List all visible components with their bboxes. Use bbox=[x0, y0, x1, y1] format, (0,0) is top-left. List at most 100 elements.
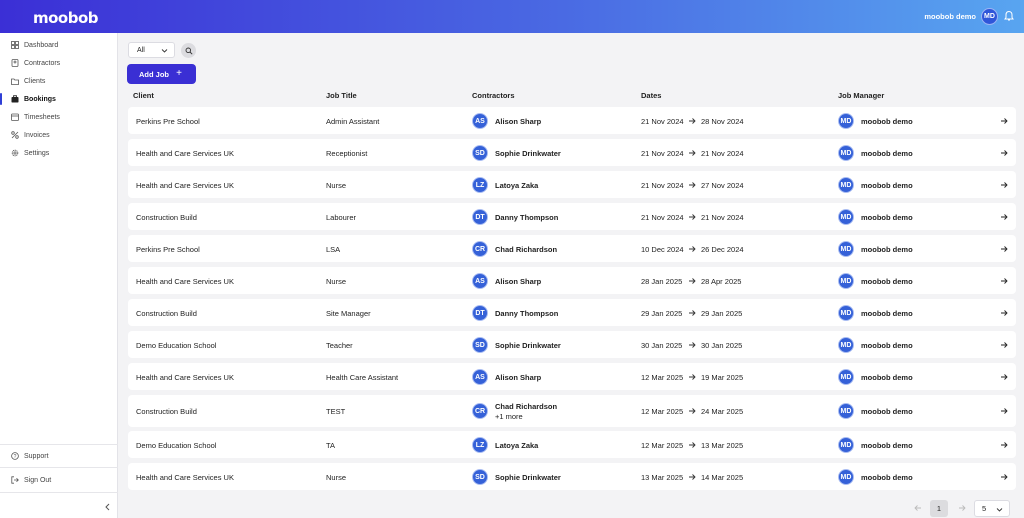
manager-name[interactable]: moobob demo bbox=[861, 245, 913, 254]
sidebar-item-settings[interactable]: Settings bbox=[0, 145, 118, 161]
job-title: Site Manager bbox=[326, 309, 371, 318]
contractor-name[interactable]: Alison Sharp bbox=[495, 373, 541, 382]
manager-name[interactable]: moobob demo bbox=[861, 117, 913, 126]
job-title: Admin Assistant bbox=[326, 117, 380, 126]
contractor-name[interactable]: Latoya Zaka bbox=[495, 441, 538, 450]
table-row[interactable]: Health and Care Services UK Receptionist S… bbox=[128, 139, 1016, 166]
table-row[interactable]: Health and Care Services UK Nurse LZ Latoya… bbox=[128, 171, 1016, 198]
column-header-client: Client bbox=[133, 91, 154, 100]
start-date: 30 Jan 2025 bbox=[641, 341, 683, 350]
sidebar-item-sign-out[interactable]: Sign Out bbox=[0, 472, 118, 488]
start-date: 12 Mar 2025 bbox=[641, 441, 684, 450]
main-content: All Add Job + Client Job Title Contracto… bbox=[118, 33, 1024, 518]
previous-page-icon[interactable] bbox=[914, 504, 922, 512]
open-booking-icon[interactable] bbox=[1000, 213, 1008, 221]
start-date: 13 Mar 2025 bbox=[641, 473, 684, 482]
contractor-name[interactable]: Chad Richardson bbox=[495, 245, 557, 254]
open-booking-icon[interactable] bbox=[1000, 309, 1008, 317]
manager-name[interactable]: moobob demo bbox=[861, 407, 913, 416]
client-name: Health and Care Services UK bbox=[136, 373, 234, 382]
open-booking-icon[interactable] bbox=[1000, 245, 1008, 253]
table-row[interactable]: Perkins Pre School LSA CR Chad Richardson 10… bbox=[128, 235, 1016, 262]
support-icon: ? bbox=[11, 452, 19, 460]
page-size-select[interactable]: 5 bbox=[974, 500, 1010, 517]
status-filter-select[interactable]: All bbox=[128, 42, 175, 58]
table-row[interactable]: Health and Care Services UK Health Care A… bbox=[128, 363, 1016, 390]
table-row[interactable]: Health and Care Services UK Nurse AS Alison… bbox=[128, 267, 1016, 294]
start-date: 12 Mar 2025 bbox=[641, 373, 684, 382]
table-row[interactable]: Construction Build Site Manager DT Danny Th… bbox=[128, 299, 1016, 326]
user-avatar[interactable]: MD bbox=[981, 8, 998, 25]
contractor-name[interactable]: Danny Thompson bbox=[495, 213, 558, 222]
start-date: 21 Nov 2024 bbox=[641, 149, 684, 158]
sidebar-item-bookings[interactable]: Bookings bbox=[0, 91, 118, 107]
manager-name[interactable]: moobob demo bbox=[861, 341, 913, 350]
sidebar-item-label: Support bbox=[24, 452, 49, 460]
contractor-name[interactable]: Chad Richardson bbox=[495, 402, 557, 411]
manager-name[interactable]: moobob demo bbox=[861, 309, 913, 318]
open-booking-icon[interactable] bbox=[1000, 407, 1008, 415]
search-button[interactable] bbox=[181, 43, 196, 58]
contractor-name[interactable]: Sophie Drinkwater bbox=[495, 341, 561, 350]
table-row[interactable]: Construction Build Labourer DT Danny Thomps… bbox=[128, 203, 1016, 230]
contractor-name[interactable]: Alison Sharp bbox=[495, 277, 541, 286]
manager-name[interactable]: moobob demo bbox=[861, 277, 913, 286]
client-name: Construction Build bbox=[136, 407, 197, 416]
contractor-avatar: AS bbox=[472, 369, 488, 385]
job-title: Teacher bbox=[326, 341, 353, 350]
bell-icon[interactable] bbox=[1003, 10, 1015, 22]
more-contractors[interactable]: +1 more bbox=[495, 412, 523, 421]
open-booking-icon[interactable] bbox=[1000, 277, 1008, 285]
arrow-right-icon bbox=[689, 214, 696, 220]
table-row[interactable]: Health and Care Services UK Nurse SD Sophie… bbox=[128, 463, 1016, 490]
open-booking-icon[interactable] bbox=[1000, 373, 1008, 381]
manager-avatar: MD bbox=[838, 113, 854, 129]
client-name: Demo Education School bbox=[136, 341, 217, 350]
contractor-avatar: CR bbox=[472, 403, 488, 419]
open-booking-icon[interactable] bbox=[1000, 441, 1008, 449]
sidebar-item-support[interactable]: ? Support bbox=[0, 448, 118, 464]
chevron-down-icon bbox=[161, 49, 168, 53]
contractor-name[interactable]: Alison Sharp bbox=[495, 117, 541, 126]
contractor-avatar: SD bbox=[472, 337, 488, 353]
open-booking-icon[interactable] bbox=[1000, 181, 1008, 189]
table-row[interactable]: Demo Education School TA LZ Latoya Zaka 12 M… bbox=[128, 431, 1016, 458]
user-name[interactable]: moobob demo bbox=[924, 12, 976, 21]
manager-name[interactable]: moobob demo bbox=[861, 473, 913, 482]
client-name: Perkins Pre School bbox=[136, 245, 200, 254]
table-row[interactable]: Demo Education School Teacher SD Sophie Dri… bbox=[128, 331, 1016, 358]
sidebar-item-timesheets[interactable]: Timesheets bbox=[0, 109, 118, 125]
client-name: Construction Build bbox=[136, 309, 197, 318]
manager-name[interactable]: moobob demo bbox=[861, 441, 913, 450]
manager-avatar: MD bbox=[838, 305, 854, 321]
contractor-name[interactable]: Sophie Drinkwater bbox=[495, 149, 561, 158]
app-logo[interactable]: moobob bbox=[33, 9, 99, 27]
collapse-sidebar-icon[interactable] bbox=[103, 502, 113, 512]
contractor-name[interactable]: Sophie Drinkwater bbox=[495, 473, 561, 482]
page-number-button[interactable]: 1 bbox=[930, 500, 948, 517]
manager-name[interactable]: moobob demo bbox=[861, 373, 913, 382]
table-row[interactable]: Perkins Pre School Admin Assistant AS Aliso… bbox=[128, 107, 1016, 134]
manager-name[interactable]: moobob demo bbox=[861, 213, 913, 222]
job-title: Labourer bbox=[326, 213, 357, 222]
sidebar-item-clients[interactable]: Clients bbox=[0, 73, 118, 89]
manager-name[interactable]: moobob demo bbox=[861, 149, 913, 158]
contractor-name[interactable]: Danny Thompson bbox=[495, 309, 558, 318]
open-booking-icon[interactable] bbox=[1000, 473, 1008, 481]
add-job-button[interactable]: Add Job + bbox=[127, 64, 196, 84]
contractor-name[interactable]: Latoya Zaka bbox=[495, 181, 538, 190]
page-size-value: 5 bbox=[982, 504, 987, 513]
open-booking-icon[interactable] bbox=[1000, 341, 1008, 349]
job-title: TA bbox=[326, 441, 336, 450]
manager-name[interactable]: moobob demo bbox=[861, 181, 913, 190]
table-row[interactable]: Construction Build TEST CR Chad Richardson +… bbox=[128, 395, 1016, 427]
open-booking-icon[interactable] bbox=[1000, 117, 1008, 125]
sidebar-item-invoices[interactable]: Invoices bbox=[0, 127, 118, 143]
open-booking-icon[interactable] bbox=[1000, 149, 1008, 157]
start-date: 10 Dec 2024 bbox=[641, 245, 684, 254]
sidebar-item-dashboard[interactable]: Dashboard bbox=[0, 37, 118, 53]
manager-avatar: MD bbox=[838, 209, 854, 225]
sidebar-item-contractors[interactable]: Contractors bbox=[0, 55, 118, 71]
job-title: Nurse bbox=[326, 181, 347, 190]
next-page-icon[interactable] bbox=[958, 504, 966, 512]
